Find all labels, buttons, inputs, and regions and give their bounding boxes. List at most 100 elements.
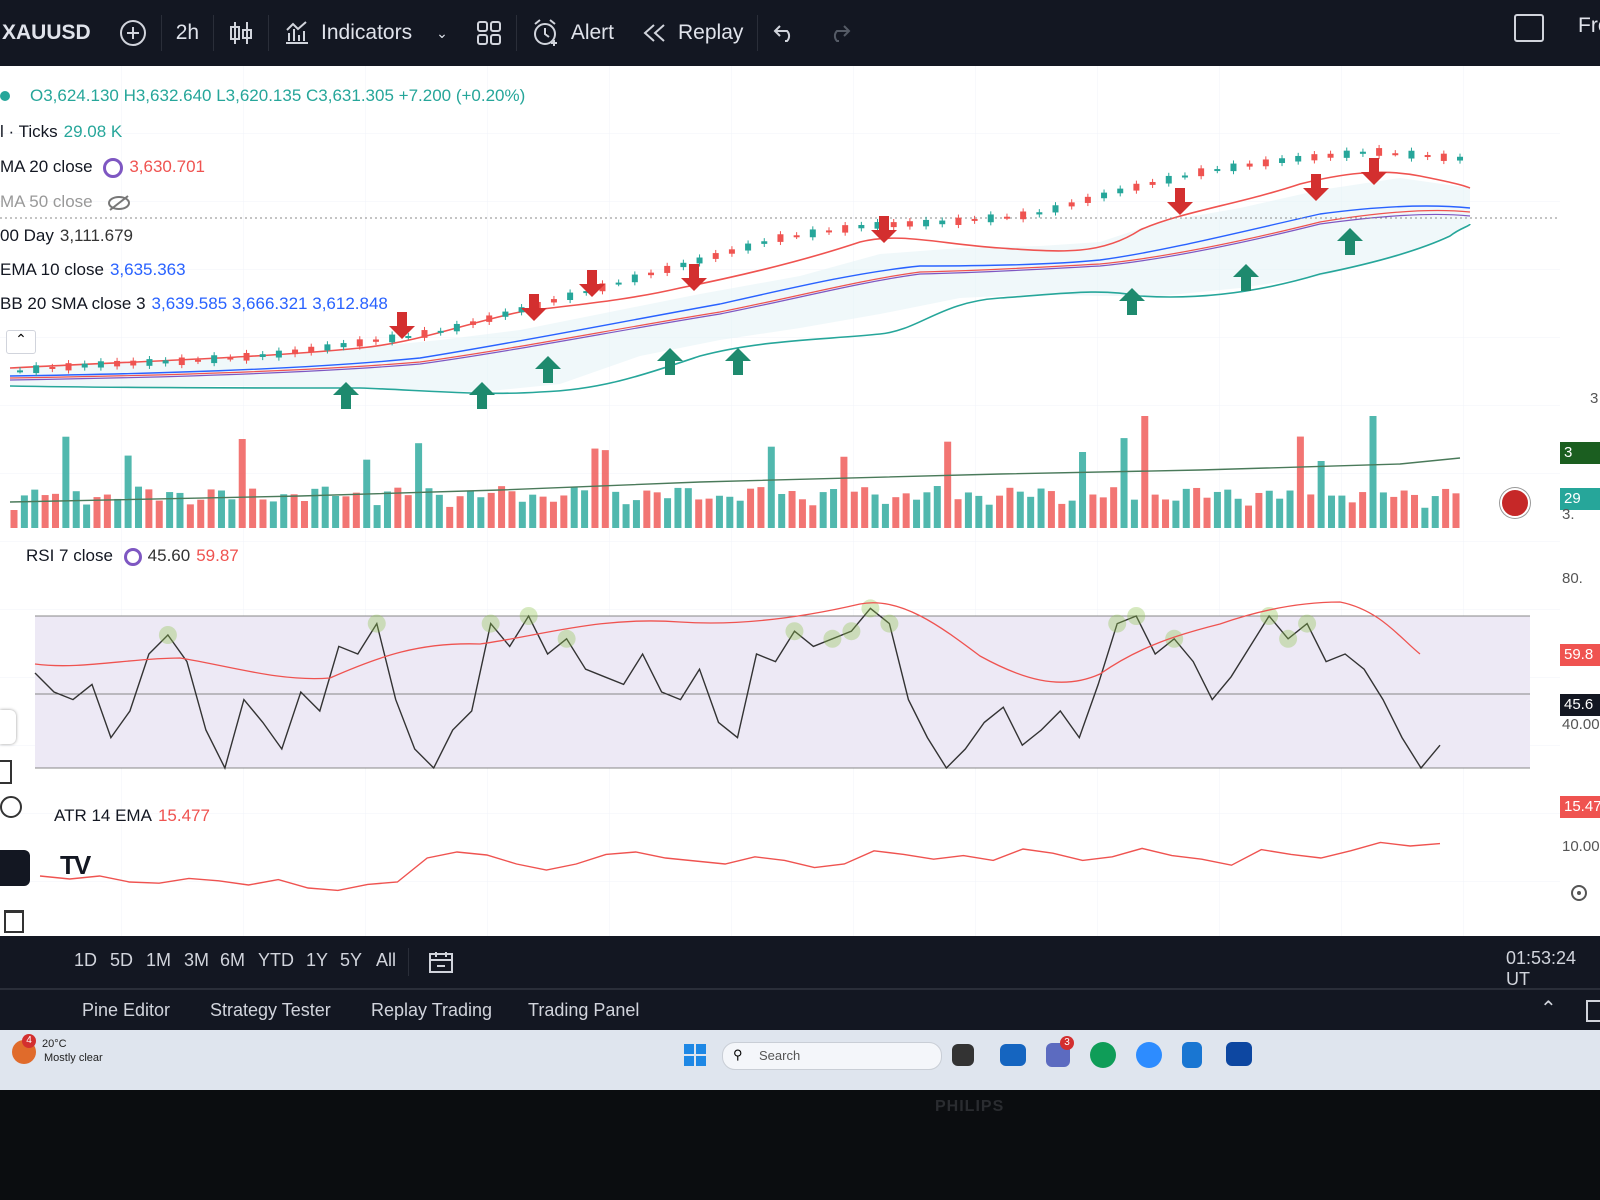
tab-pine-editor[interactable]: Pine Editor xyxy=(82,1000,170,1021)
volume-bar xyxy=(996,495,1004,528)
volume-bar xyxy=(1307,494,1315,528)
volume-bar xyxy=(705,498,713,528)
chevron-down-icon[interactable]: ⌄ xyxy=(436,25,448,42)
time-range-all[interactable]: All xyxy=(376,950,396,971)
redo-button[interactable] xyxy=(812,0,866,66)
volume-bar xyxy=(539,496,547,528)
teams-badge: 3 xyxy=(1060,1036,1074,1050)
bb-legend[interactable]: BB 20 SMA close 3 3,639.585 3,666.321 3,6… xyxy=(0,294,388,314)
windows-start-icon[interactable] xyxy=(684,1044,706,1066)
candle-body xyxy=(437,330,444,333)
undo-button[interactable] xyxy=(758,0,812,66)
notepad-icon[interactable] xyxy=(1182,1042,1202,1068)
chart-type-button[interactable] xyxy=(214,0,268,66)
volume-bar xyxy=(840,456,848,528)
volume-bar xyxy=(612,491,620,528)
candle-body xyxy=(17,370,23,373)
interval-button[interactable]: 2h xyxy=(162,0,213,66)
candle-body xyxy=(1149,181,1156,185)
volume-bar xyxy=(684,488,692,528)
outlook-icon[interactable] xyxy=(1226,1042,1252,1066)
volume-bar xyxy=(570,487,578,528)
volume-bar xyxy=(1110,487,1118,528)
fullscreen-icon[interactable] xyxy=(1514,14,1544,42)
time-range-5y[interactable]: 5Y xyxy=(340,950,362,971)
time-range-6m[interactable]: 6M xyxy=(220,950,245,971)
time-range-ytd[interactable]: YTD xyxy=(258,950,294,971)
volume-bar xyxy=(622,504,630,528)
candle-body xyxy=(680,262,687,268)
eye-hidden-icon[interactable] xyxy=(107,194,131,212)
symbol-search[interactable]: XAUUSD xyxy=(0,0,105,66)
settings-icon[interactable] xyxy=(1568,882,1590,904)
indicators-button[interactable]: Indicators ⌄ xyxy=(269,0,462,66)
volume-bar xyxy=(1162,499,1170,528)
monitor-app-icon[interactable] xyxy=(1000,1044,1026,1066)
candle-body xyxy=(648,272,655,276)
volume-bar xyxy=(975,495,983,528)
link-icon[interactable] xyxy=(0,850,30,886)
chevron-up-icon: ⌃ xyxy=(15,331,27,347)
free-trial-label[interactable]: Fre xyxy=(1578,14,1600,38)
compare-symbol-button[interactable] xyxy=(105,0,161,66)
candle-body xyxy=(1424,155,1431,158)
ticks-legend[interactable]: l · Ticks 29.08 K xyxy=(0,122,122,142)
volume-bar xyxy=(1328,495,1336,528)
volume-bar xyxy=(425,488,433,528)
volume-bar xyxy=(529,494,537,528)
zoom-icon[interactable] xyxy=(1136,1042,1162,1068)
layouts-button[interactable] xyxy=(462,0,516,66)
chevron-up-icon[interactable]: ⌃ xyxy=(1540,996,1557,1021)
volume-bar xyxy=(1182,488,1190,528)
time-range-1y[interactable]: 1Y xyxy=(306,950,328,971)
trash-icon[interactable] xyxy=(4,910,24,933)
time-range-1m[interactable]: 1M xyxy=(146,950,171,971)
ma20-legend[interactable]: MA 20 close 3,630.701 xyxy=(0,157,205,178)
us-flag-icon[interactable] xyxy=(1500,488,1530,518)
task-view-icon[interactable] xyxy=(952,1044,974,1066)
day100-legend[interactable]: 00 Day 3,111.679 xyxy=(0,226,133,246)
volume-bar xyxy=(1452,493,1460,528)
time-range-3m[interactable]: 3M xyxy=(184,950,209,971)
volume-bar xyxy=(1390,496,1398,528)
loading-icon xyxy=(103,157,124,178)
volume-bar xyxy=(238,439,246,528)
edge-icon[interactable] xyxy=(1090,1042,1116,1068)
tab-strategy-tester[interactable]: Strategy Tester xyxy=(210,1000,331,1021)
time-range-1d[interactable]: 1D xyxy=(74,950,97,971)
tab-trading-panel[interactable]: Trading Panel xyxy=(528,1000,639,1021)
candle-body xyxy=(1003,216,1010,219)
volume-bar xyxy=(10,510,18,528)
chart-area[interactable]: O3,624.130 H3,632.640 L3,620.135 C3,631.… xyxy=(0,66,1600,999)
rsi-legend[interactable]: RSI 7 close 45.60 59.87 xyxy=(26,546,239,566)
candle-body xyxy=(1101,192,1108,199)
lock-icon[interactable] xyxy=(0,710,16,744)
volume-bar xyxy=(809,505,817,528)
ma50-legend[interactable]: MA 50 close xyxy=(0,192,131,212)
volume-bar xyxy=(1151,494,1159,528)
volume-bar xyxy=(767,446,775,528)
clock-label[interactable]: 01:53:24 UT xyxy=(1506,948,1600,990)
windows-taskbar: 4 20°C Mostly clear ⚲ Search 3 xyxy=(0,1030,1600,1090)
volume-axis-label: 3. xyxy=(1562,506,1575,523)
weather-temp: 20°C xyxy=(42,1038,67,1050)
maximize-panel-icon[interactable] xyxy=(1586,1000,1600,1022)
candle-body xyxy=(1457,156,1463,161)
alert-button[interactable]: Alert xyxy=(517,0,628,66)
candle-body xyxy=(389,334,396,343)
tradingview-screen: XAUUSD 2h Indicators ⌄ Alert Replay Fr O… xyxy=(0,0,1600,1090)
atr-legend[interactable]: ATR 14 EMA 15.477 xyxy=(54,806,210,826)
chart-canvas[interactable] xyxy=(0,66,1560,936)
collapse-legend-button[interactable]: ⌃ xyxy=(6,330,36,354)
tab-replay-trading[interactable]: Replay Trading xyxy=(371,1000,492,1021)
eye-icon[interactable] xyxy=(0,796,22,818)
candle-body xyxy=(971,218,978,221)
replay-button[interactable]: Replay xyxy=(628,0,757,66)
time-range-5d[interactable]: 5D xyxy=(110,950,133,971)
taskbar-search[interactable]: ⚲ Search xyxy=(722,1042,942,1070)
calendar-icon[interactable] xyxy=(428,950,454,974)
candle-body xyxy=(356,339,363,347)
ema10-legend[interactable]: EMA 10 close 3,635.363 xyxy=(0,260,186,280)
magnet-icon[interactable] xyxy=(0,760,12,784)
candle-body xyxy=(1392,153,1399,156)
